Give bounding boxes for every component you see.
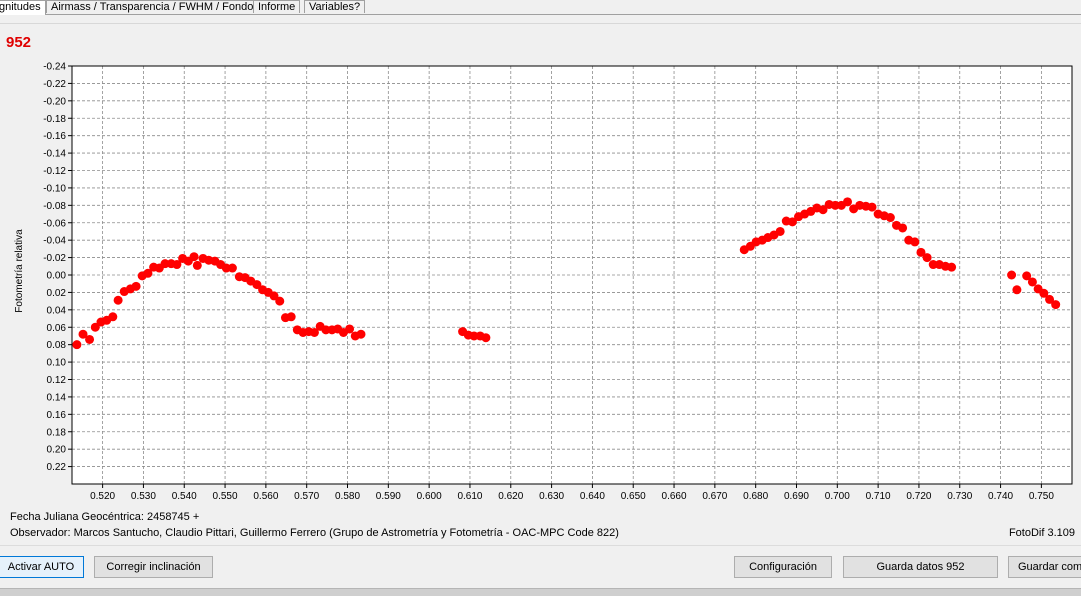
y-tick-label: -0.18 <box>43 114 66 125</box>
y-tick-label: 0.18 <box>47 427 67 438</box>
data-point <box>867 202 877 212</box>
y-tick-label: 0.08 <box>47 340 67 351</box>
data-point <box>131 281 141 291</box>
y-tick-label: -0.22 <box>43 79 66 90</box>
save-data-button[interactable]: Guarda datos 952 <box>843 556 998 578</box>
correct-tilt-button[interactable]: Corregir inclinación <box>94 556 213 578</box>
x-tick-label: 0.750 <box>1029 491 1054 502</box>
x-tick-label: 0.630 <box>539 491 564 502</box>
data-point <box>1027 277 1037 287</box>
y-tick-label: 0.22 <box>47 462 67 473</box>
data-point <box>227 263 237 273</box>
y-tick-label: -0.10 <box>43 183 66 194</box>
save-as-button[interactable]: Guardar como <box>1008 556 1081 578</box>
data-point <box>1012 285 1022 295</box>
data-point <box>885 213 895 223</box>
x-tick-label: 0.540 <box>172 491 197 502</box>
x-tick-label: 0.650 <box>621 491 646 502</box>
x-tick-label: 0.640 <box>580 491 605 502</box>
data-point <box>286 312 296 322</box>
data-point <box>345 324 355 334</box>
x-tick-label: 0.600 <box>417 491 442 502</box>
y-tick-label: -0.24 <box>43 62 66 73</box>
x-tick-label: 0.700 <box>825 491 850 502</box>
y-tick-label: 0.00 <box>47 271 67 282</box>
data-point <box>356 329 366 339</box>
tab-informe[interactable]: Informe <box>253 0 301 13</box>
y-tick-label: -0.20 <box>43 96 66 107</box>
x-tick-label: 0.740 <box>988 491 1013 502</box>
julian-date-label: Fecha Juliana Geocéntrica: 2458745 + <box>10 511 200 523</box>
y-tick-label: 0.04 <box>47 305 67 316</box>
x-tick-label: 0.590 <box>376 491 401 502</box>
y-axis-label: Fotometría relativa <box>14 229 25 313</box>
y-tick-label: -0.14 <box>43 149 66 160</box>
data-point <box>189 252 199 262</box>
data-point <box>843 197 853 207</box>
data-point <box>85 334 95 344</box>
x-tick-label: 0.720 <box>906 491 931 502</box>
x-tick-label: 0.560 <box>253 491 278 502</box>
data-point <box>481 333 491 343</box>
x-tick-label: 0.550 <box>213 491 238 502</box>
x-tick-label: 0.620 <box>498 491 523 502</box>
observer-label: Observador: Marcos Santucho, Claudio Pit… <box>10 527 619 539</box>
y-tick-label: -0.12 <box>43 166 66 177</box>
version-label: FotoDif 3.109 <box>1008 527 1075 539</box>
y-tick-label: 0.16 <box>47 410 67 421</box>
configuration-button[interactable]: Configuración <box>734 556 832 578</box>
tab-airmass[interactable]: Airmass / Transparencia / FWHM / Fondo <box>46 0 259 13</box>
x-tick-label: 0.690 <box>784 491 809 502</box>
y-tick-label: 0.06 <box>47 323 67 334</box>
activate-auto-button[interactable]: Activar AUTO <box>0 556 84 578</box>
x-tick-label: 0.570 <box>294 491 319 502</box>
y-tick-label: -0.06 <box>43 218 66 229</box>
x-tick-label: 0.530 <box>131 491 156 502</box>
x-tick-label: 0.660 <box>662 491 687 502</box>
y-tick-label: 0.20 <box>47 445 67 456</box>
y-tick-label: 0.10 <box>47 358 67 369</box>
x-tick-label: 0.520 <box>90 491 115 502</box>
data-point <box>922 253 932 263</box>
x-tick-label: 0.610 <box>457 491 482 502</box>
y-tick-label: -0.08 <box>43 201 66 212</box>
data-point <box>113 295 123 305</box>
data-point <box>947 262 957 272</box>
tab-variables[interactable]: Variables? <box>304 0 366 13</box>
y-tick-label: 0.12 <box>47 375 67 386</box>
data-point <box>72 340 82 350</box>
star-id-label: 952 <box>6 34 32 51</box>
y-tick-label: -0.02 <box>43 253 66 264</box>
y-tick-label: -0.16 <box>43 131 66 142</box>
x-tick-label: 0.670 <box>702 491 727 502</box>
x-tick-label: 0.710 <box>866 491 891 502</box>
data-point <box>275 296 285 306</box>
data-point <box>898 223 908 233</box>
data-point <box>775 226 785 236</box>
tab-magnitudes[interactable]: gnitudes <box>0 0 46 15</box>
y-tick-label: 0.14 <box>47 392 67 403</box>
data-point <box>1051 300 1061 310</box>
data-point <box>910 237 920 247</box>
data-point <box>1007 270 1017 280</box>
data-point <box>108 312 118 322</box>
y-tick-label: 0.02 <box>47 288 67 299</box>
x-tick-label: 0.680 <box>743 491 768 502</box>
y-tick-label: -0.04 <box>43 236 66 247</box>
tab-bar: gnitudes Airmass / Transparencia / FWHM … <box>0 0 1081 15</box>
data-point <box>192 260 202 270</box>
x-tick-label: 0.580 <box>335 491 360 502</box>
x-tick-label: 0.730 <box>947 491 972 502</box>
light-curve-chart: 0.520 0.530 0.540 0.550 0.560 0.570 0.580 0.590… <box>14 62 1073 502</box>
